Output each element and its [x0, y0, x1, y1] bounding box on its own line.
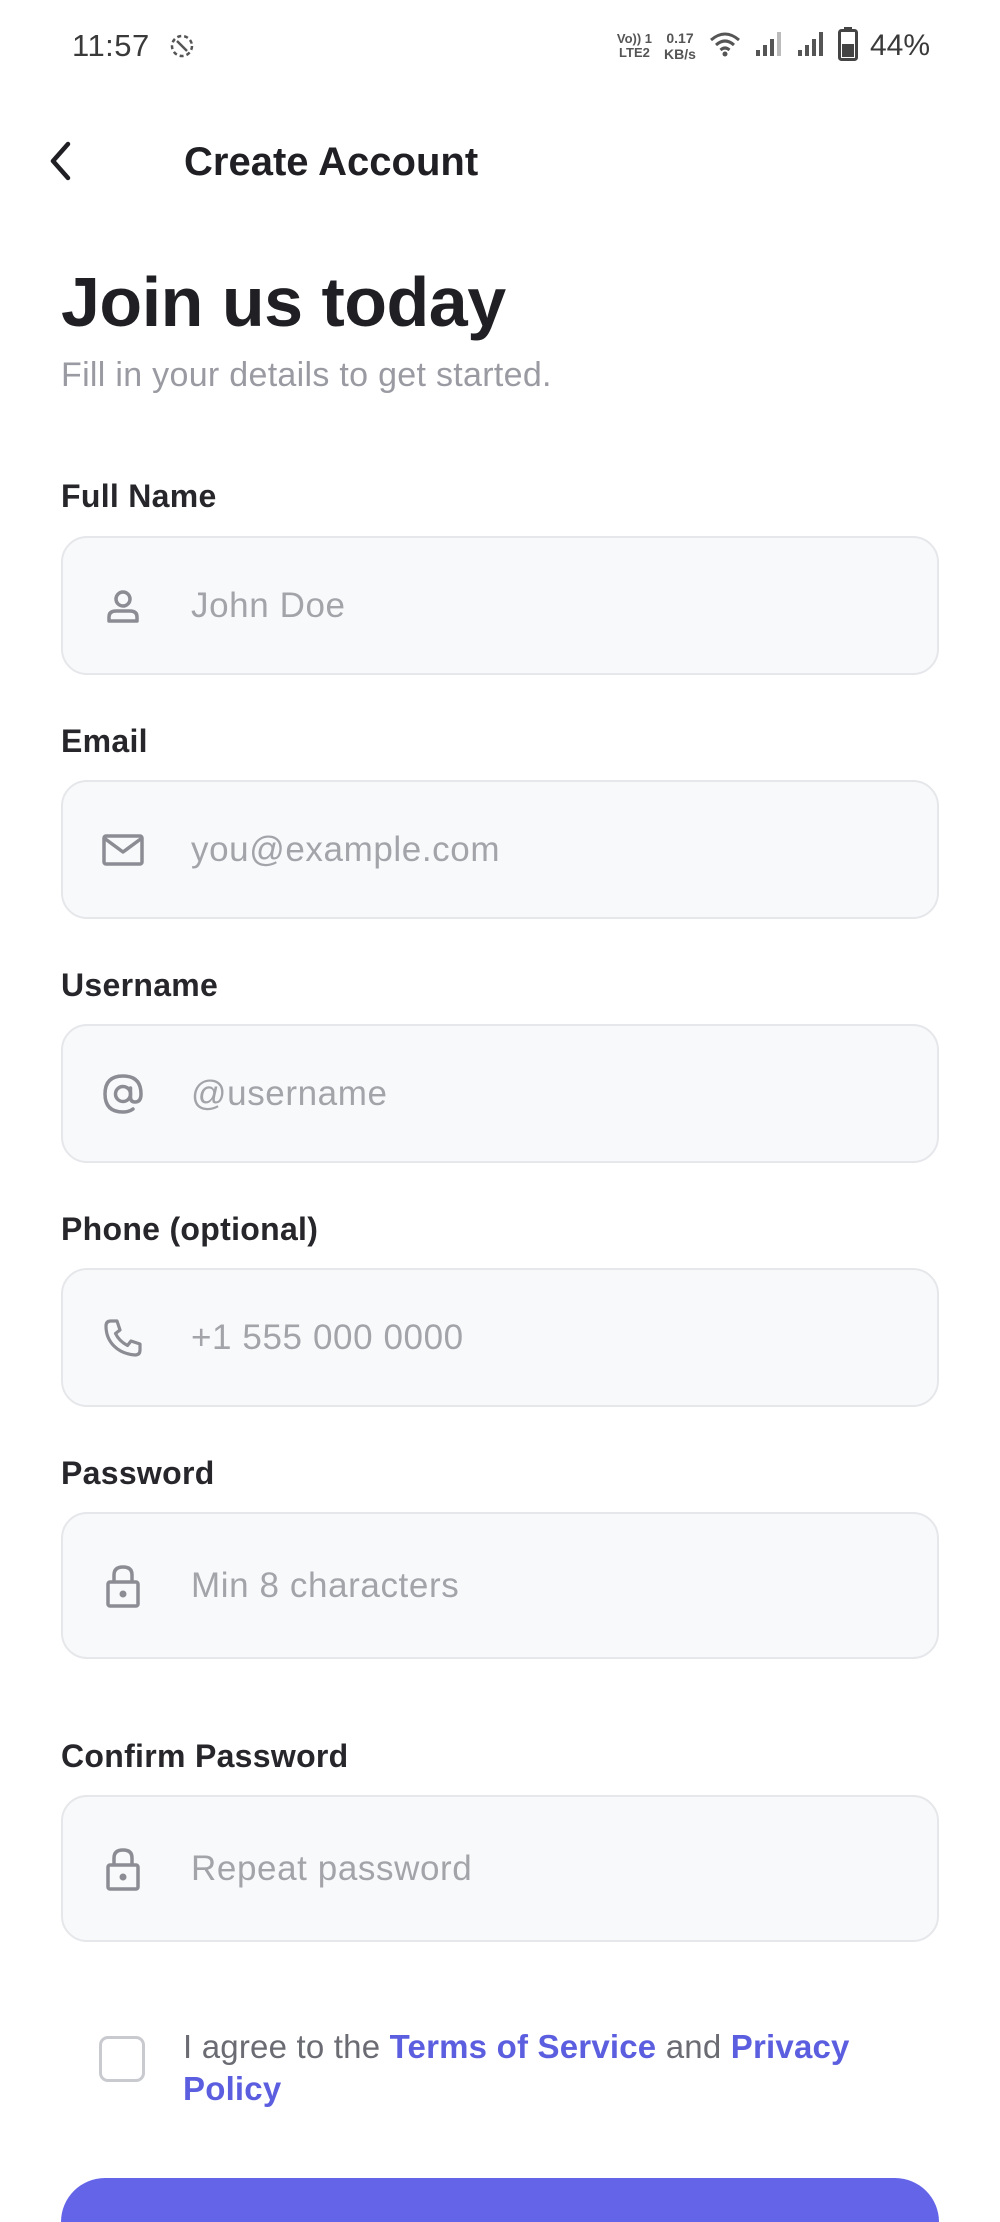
mail-icon — [99, 826, 147, 874]
back-button[interactable] — [36, 136, 86, 186]
terms-of-service-link[interactable]: Terms of Service — [390, 2028, 657, 2065]
status-time: 11:57 — [72, 28, 150, 63]
network-speed: 0.17 KB/s — [664, 30, 696, 62]
password-label: Password — [61, 1455, 215, 1491]
battery-percent: 44% — [869, 29, 930, 62]
lock-icon — [99, 1562, 147, 1610]
signal-icon-sim2 — [796, 30, 826, 63]
username-field[interactable] — [61, 1024, 939, 1163]
create-account-button[interactable] — [61, 2178, 939, 2222]
confirm-password-input[interactable] — [191, 1797, 937, 1940]
phone-label: Phone (optional) — [61, 1211, 319, 1247]
lock-icon — [99, 1845, 147, 1893]
confirm-password-field[interactable] — [61, 1795, 939, 1942]
status-bar: 11:57 Vo)) 1 LTE2 0.17 KB/s 44% — [0, 0, 1000, 95]
terms-checkbox[interactable] — [99, 2036, 145, 2082]
wifi-icon — [708, 30, 742, 63]
email-label: Email — [61, 723, 148, 759]
password-input[interactable] — [191, 1514, 937, 1657]
person-icon — [99, 582, 147, 630]
phone-field[interactable] — [61, 1268, 939, 1407]
page-subheadline: Fill in your details to get started. — [61, 356, 552, 394]
phone-icon — [99, 1314, 147, 1362]
page-headline: Join us today — [61, 263, 506, 341]
sync-notification-icon — [166, 30, 198, 62]
terms-agreement-text: I agree to the Terms of Service and Priv… — [183, 2028, 850, 2107]
network-speed-value: 0.17 — [666, 30, 694, 46]
app-bar-title: Create Account — [184, 140, 479, 184]
network-speed-unit: KB/s — [664, 46, 696, 62]
password-field[interactable] — [61, 1512, 939, 1659]
volte-indicator: Vo)) 1 LTE2 — [616, 31, 653, 60]
signal-icon-sim1 — [754, 30, 784, 63]
battery-icon — [837, 26, 858, 66]
email-input[interactable] — [191, 782, 937, 917]
at-sign-icon — [99, 1070, 147, 1118]
full-name-input[interactable] — [191, 538, 937, 673]
username-label: Username — [61, 967, 219, 1003]
full-name-label: Full Name — [61, 478, 217, 514]
full-name-field[interactable] — [61, 536, 939, 675]
confirm-password-label: Confirm Password — [61, 1738, 349, 1774]
create-account-screen: 11:57 Vo)) 1 LTE2 0.17 KB/s 44% Create A… — [0, 0, 1000, 2222]
username-input[interactable] — [191, 1026, 937, 1161]
phone-input[interactable] — [191, 1270, 937, 1405]
status-indicators: Vo)) 1 LTE2 0.17 KB/s 44% — [617, 26, 930, 66]
chevron-left-icon — [50, 141, 71, 181]
email-field[interactable] — [61, 780, 939, 919]
